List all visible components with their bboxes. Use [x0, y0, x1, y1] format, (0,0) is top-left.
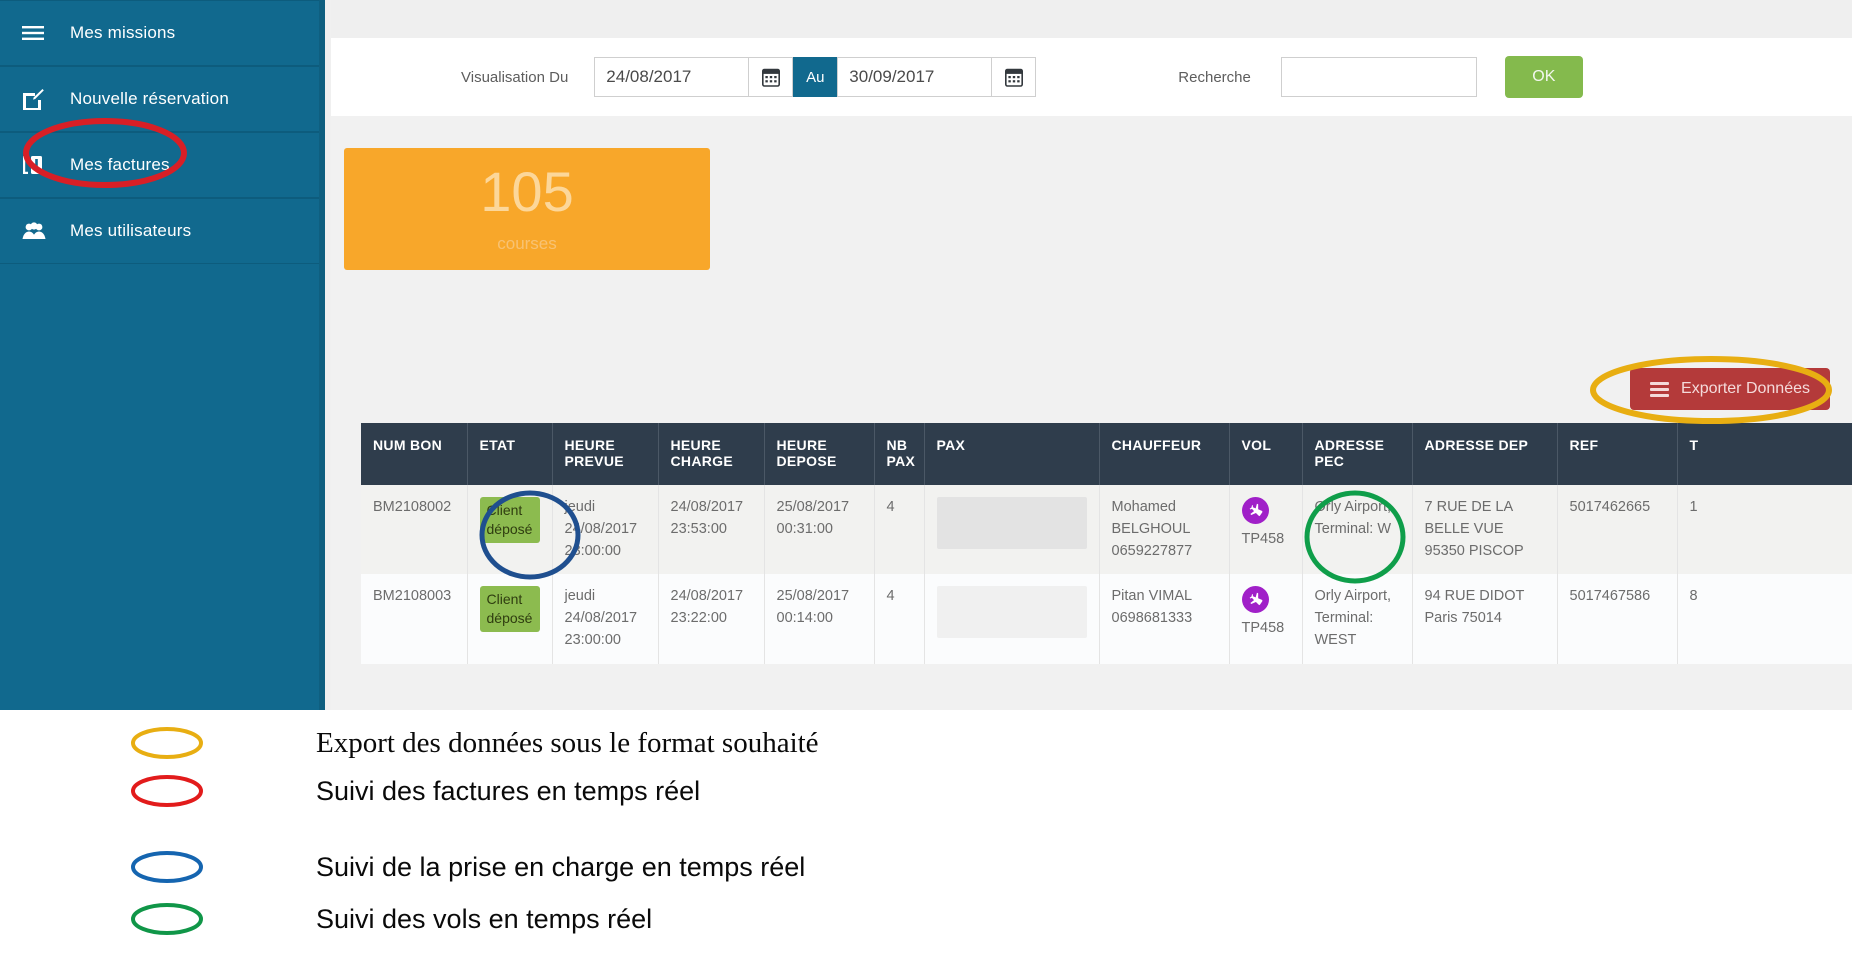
cell-adresse-pec: Orly Airport, Terminal: W [1302, 485, 1413, 575]
cell-ref: 5017462665 [1557, 485, 1678, 575]
cell-heure-charge: 24/08/2017 23:53:00 [658, 485, 765, 575]
plane-icon [1241, 497, 1269, 524]
hamburger-icon [22, 25, 56, 41]
cell-pax [924, 574, 1100, 664]
au-separator-label: Au [793, 57, 838, 97]
sidebar-item-label: Mes utilisateurs [70, 221, 192, 240]
sidebar-item-mes-utilisateurs[interactable]: Mes utilisateurs [0, 198, 325, 264]
cell-pax [924, 485, 1100, 575]
col-pax[interactable]: PAX [924, 423, 1100, 485]
cell-heure-charge: 24/08/2017 23:22:00 [658, 574, 765, 664]
cell-etat: Client déposé [467, 485, 553, 575]
col-nb-pax[interactable]: NB PAX [874, 423, 925, 485]
sidebar-item-nouvelle-reservation[interactable]: Nouvelle réservation [0, 66, 325, 132]
date-to-input[interactable] [837, 57, 993, 97]
sidebar-item-label: Nouvelle réservation [70, 89, 229, 108]
content-top-strip [331, 0, 1852, 38]
legend-item: Export des données sous le format souhai… [128, 724, 819, 762]
legend-ellipse-green [131, 903, 203, 935]
legend-item: Suivi des factures en temps réel [128, 772, 700, 810]
sidebar: Mes missions Nouvelle réservation Mes fa… [0, 0, 325, 710]
legend-item: Suivi des vols en temps réel [128, 900, 652, 938]
cell-adresse-pec: Orly Airport, Terminal: WEST [1302, 574, 1413, 664]
table-row[interactable]: BM2108003 Client déposé jeudi 24/08/2017… [361, 574, 1852, 664]
cell-vol: TP458 [1229, 574, 1303, 664]
application-screenshot: Mes missions Nouvelle réservation Mes fa… [0, 0, 1852, 710]
cell-adresse-dep: 7 RUE DE LA BELLE VUE 95350 PISCOP [1412, 485, 1558, 575]
calendar-icon-to[interactable] [992, 57, 1037, 97]
status-badge: Client déposé [479, 497, 540, 543]
col-adresse-pec[interactable]: ADRESSE PEC [1302, 423, 1413, 485]
vol-code: TP458 [1241, 620, 1285, 637]
table-header-row: NUM BON ETAT HEURE PREVUE HEURE CHARGE H… [361, 423, 1852, 485]
legend-item: Suivi de la prise en charge en temps rée… [128, 848, 805, 886]
hamburger-icon [1650, 379, 1670, 400]
legend-label: Suivi de la prise en charge en temps rée… [316, 851, 806, 882]
legend-ellipse-red [131, 775, 203, 807]
date-from-input[interactable] [594, 57, 750, 97]
visualisation-label: Visualisation Du [461, 68, 569, 86]
cell-adresse-dep: 94 RUE DIDOT Paris 75014 [1412, 574, 1558, 664]
col-adresse-dep[interactable]: ADRESSE DEP [1412, 423, 1558, 485]
col-ref[interactable]: REF [1557, 423, 1678, 485]
vol-code: TP458 [1241, 531, 1285, 547]
legend-label: Export des données sous le format souhai… [316, 726, 819, 759]
cell-nb-pax: 4 [874, 485, 925, 575]
plane-icon [1241, 586, 1269, 614]
cell-vol: TP458 [1229, 485, 1303, 575]
cell-t: 8 [1677, 574, 1852, 664]
calendar-icon-from[interactable] [749, 57, 794, 97]
date-range-group: Au [594, 57, 1037, 97]
legend-label: Suivi des factures en temps réel [316, 775, 701, 806]
stat-value: 105 [480, 160, 574, 223]
ok-button[interactable]: OK [1504, 56, 1583, 98]
recherche-label: Recherche [1178, 68, 1251, 86]
filter-bar: Visualisation Du Au [331, 38, 1852, 116]
cell-num-bon[interactable]: BM2108002 [361, 485, 468, 575]
col-t-truncated[interactable]: T [1677, 423, 1852, 485]
table-row[interactable]: BM2108002 Client déposé jeudi 24/08/2017… [361, 485, 1852, 575]
sidebar-item-mes-factures[interactable]: Mes factures [0, 132, 325, 198]
cell-t: 1 [1677, 485, 1852, 575]
edit-square-icon [22, 88, 56, 110]
courses-stat-card: 105 courses [344, 148, 710, 270]
search-input[interactable] [1280, 57, 1477, 97]
pax-redacted-block [936, 497, 1087, 549]
cell-num-bon[interactable]: BM2108003 [361, 574, 468, 664]
col-num-bon[interactable]: NUM BON [361, 423, 468, 485]
legend-ellipse-blue [131, 851, 203, 883]
col-etat[interactable]: ETAT [467, 423, 553, 485]
users-icon [22, 222, 56, 240]
stat-label: courses [497, 234, 557, 253]
export-button-label: Exporter Données [1681, 380, 1810, 397]
missions-table: NUM BON ETAT HEURE PREVUE HEURE CHARGE H… [361, 423, 1852, 664]
cell-etat: Client déposé [467, 574, 553, 664]
sidebar-item-mes-missions[interactable]: Mes missions [0, 0, 325, 66]
col-heure-depose[interactable]: HEURE DEPOSE [764, 423, 875, 485]
col-heure-prevue[interactable]: HEURE PREVUE [552, 423, 659, 485]
sidebar-item-label: Mes factures [70, 155, 170, 174]
sidebar-item-label: Mes missions [70, 23, 176, 42]
legend-label: Suivi des vols en temps réel [316, 903, 653, 934]
legend-ellipse-yellow [131, 727, 203, 759]
export-donnees-button[interactable]: Exporter Données [1630, 368, 1830, 410]
cell-heure-prevue: jeudi 24/08/2017 23:00:00 [552, 485, 659, 575]
col-heure-charge[interactable]: HEURE CHARGE [658, 423, 765, 485]
col-chauffeur[interactable]: CHAUFFEUR [1099, 423, 1230, 485]
missions-table-container: NUM BON ETAT HEURE PREVUE HEURE CHARGE H… [361, 423, 1852, 664]
legend-section: Export des données sous le format souhai… [0, 710, 1852, 976]
col-vol[interactable]: VOL [1229, 423, 1303, 485]
pax-redacted-block [936, 586, 1087, 639]
cell-heure-prevue: jeudi 24/08/2017 23:00:00 [552, 574, 659, 664]
cell-chauffeur: Pitan VIMAL 0698681333 [1099, 574, 1230, 664]
invoice-icon [22, 154, 56, 176]
cell-chauffeur: Mohamed BELGHOUL 0659227877 [1099, 485, 1230, 575]
cell-heure-depose: 25/08/2017 00:14:00 [764, 574, 875, 664]
main-content: Visualisation Du Au [331, 0, 1852, 710]
cell-ref: 5017467586 [1557, 574, 1678, 664]
cell-heure-depose: 25/08/2017 00:31:00 [764, 485, 875, 575]
cell-nb-pax: 4 [874, 574, 925, 664]
status-badge: Client déposé [479, 586, 540, 633]
